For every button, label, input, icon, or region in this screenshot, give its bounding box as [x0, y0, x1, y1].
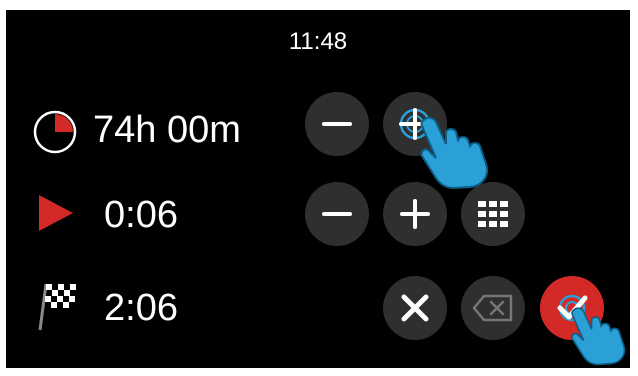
play-icon	[39, 195, 73, 231]
close-icon	[401, 294, 429, 322]
status-time: 11:48	[288, 28, 348, 55]
end-time-value: 2:06	[104, 287, 178, 329]
duration-target-button[interactable]	[383, 92, 447, 156]
timer-pie-icon	[33, 110, 77, 154]
backspace-button[interactable]	[461, 276, 525, 340]
keypad-grid-icon	[478, 201, 508, 227]
backspace-icon	[472, 294, 513, 322]
crosshair-icon	[399, 108, 431, 140]
minus-icon	[322, 212, 352, 216]
duration-decrement-button[interactable]	[305, 92, 369, 156]
checkered-flag-icon	[38, 283, 76, 331]
delay-increment-button[interactable]	[383, 182, 447, 246]
checkmark-icon	[557, 294, 588, 322]
cancel-button[interactable]	[383, 276, 447, 340]
keypad-button[interactable]	[461, 182, 525, 246]
delay-decrement-button[interactable]	[305, 182, 369, 246]
duration-value: 74h 00m	[93, 109, 241, 151]
confirm-button[interactable]	[540, 276, 604, 340]
minus-icon	[322, 122, 352, 126]
plus-icon	[400, 199, 430, 229]
device-screen: 11:48 74h 00m 0:06 2:06	[6, 10, 630, 368]
start-delay-value: 0:06	[104, 194, 178, 236]
